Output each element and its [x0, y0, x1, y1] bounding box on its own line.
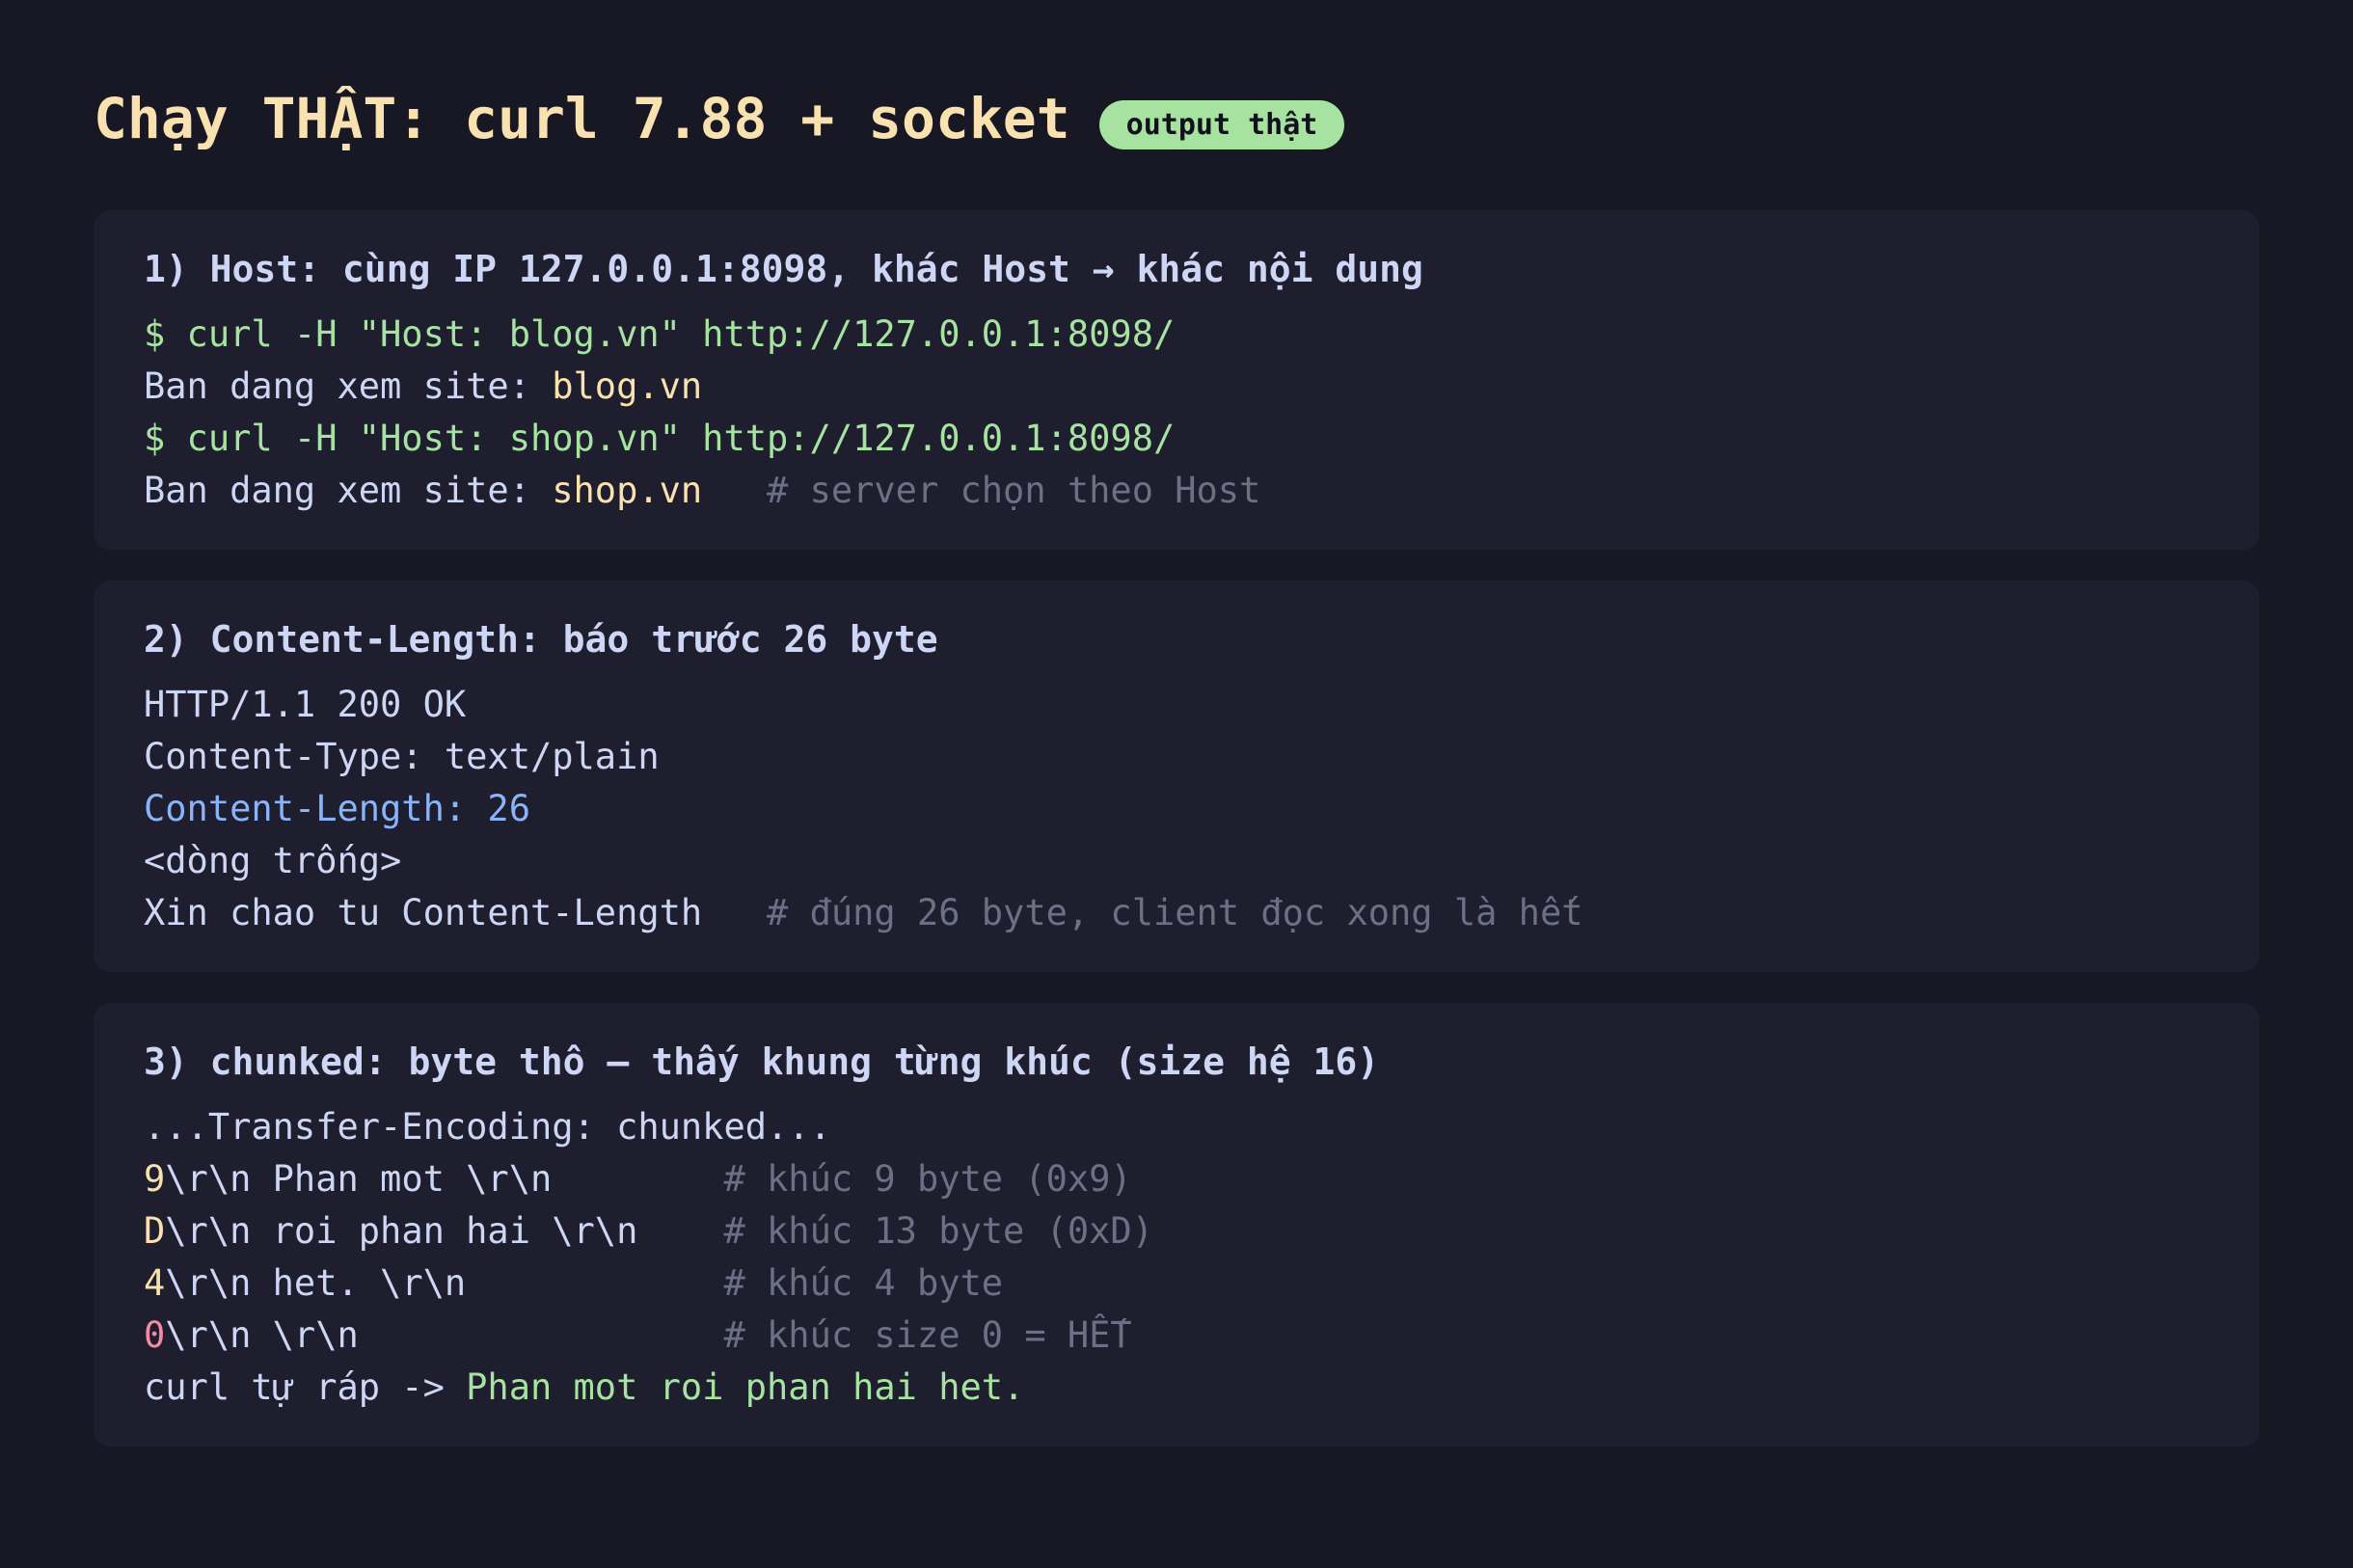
content-length-header: Content-Length: 26	[144, 788, 530, 829]
site-value: blog.vn	[552, 365, 703, 407]
chunk-size: 9	[144, 1158, 166, 1200]
header-line: Content-Type: text/plain	[144, 736, 660, 777]
chunk-data: \r\n roi phan hai \r\n	[165, 1210, 638, 1252]
section-title: 1) Host: cùng IP 127.0.0.1:8098, khác Ho…	[144, 248, 1423, 290]
body-text: Xin chao tu Content-Length	[144, 892, 703, 933]
page: Chạy THẬT: curl 7.88 + socket output thậ…	[94, 85, 2259, 1477]
chunk-size-terminator: 0	[144, 1314, 166, 1356]
chunk-data: \r\n Phan mot \r\n	[165, 1158, 553, 1200]
comment: # khúc size 0 = HẾT	[723, 1314, 1132, 1356]
output-text: Ban dang xem site:	[144, 470, 553, 511]
comment: # khúc 13 byte (0xD)	[723, 1210, 1153, 1252]
command-line: $ curl -H "Host: blog.vn" http://127.0.0…	[144, 313, 1176, 355]
chunk-data: \r\n \r\n	[165, 1314, 359, 1356]
chunk-line: 9\r\n Phan mot \r\n # khúc 9 byte (0x9)	[144, 1153, 2209, 1205]
comment: # server chọn theo Host	[767, 470, 1261, 511]
result-value: Phan mot roi phan hai het.	[466, 1366, 1025, 1408]
comment: # khúc 4 byte	[723, 1262, 1004, 1304]
blank-line-marker: <dòng trống>	[144, 840, 402, 881]
chunk-data: \r\n het. \r\n	[165, 1262, 467, 1304]
section-title: 2) Content-Length: báo trước 26 byte	[144, 618, 938, 661]
section-host: 1) Host: cùng IP 127.0.0.1:8098, khác Ho…	[94, 210, 2259, 550]
page-title: Chạy THẬT: curl 7.88 + socket	[94, 86, 1070, 151]
output-line: Ban dang xem site: blog.vn	[144, 361, 2209, 413]
comment: # khúc 9 byte (0x9)	[723, 1158, 1132, 1200]
output-badge: output thật	[1098, 99, 1345, 149]
status-line: HTTP/1.1 200 OK	[144, 684, 467, 725]
site-value: shop.vn	[552, 470, 703, 511]
output-text: Ban dang xem site:	[144, 365, 553, 407]
chunk-line: D\r\n roi phan hai \r\n # khúc 13 byte (…	[144, 1205, 2209, 1257]
chunk-line: 0\r\n \r\n # khúc size 0 = HẾT	[144, 1310, 2209, 1362]
body-line: Xin chao tu Content-Length # đúng 26 byt…	[144, 887, 2209, 939]
header: Chạy THẬT: curl 7.88 + socket output thậ…	[94, 85, 2259, 152]
comment: # đúng 26 byte, client đọc xong là hết	[767, 892, 1583, 933]
result-label: curl tự ráp ->	[144, 1366, 467, 1408]
output-line: Ban dang xem site: shop.vn # server chọn…	[144, 465, 2209, 517]
section-content-length: 2) Content-Length: báo trước 26 byte HTT…	[94, 581, 2259, 972]
result-line: curl tự ráp -> Phan mot roi phan hai het…	[144, 1362, 2209, 1414]
chunk-size: D	[144, 1210, 166, 1252]
header-line: ...Transfer-Encoding: chunked...	[144, 1106, 831, 1148]
chunk-line: 4\r\n het. \r\n # khúc 4 byte	[144, 1257, 2209, 1310]
section-chunked: 3) chunked: byte thô — thấy khung từng k…	[94, 1003, 2259, 1446]
section-title: 3) chunked: byte thô — thấy khung từng k…	[144, 1041, 1380, 1083]
chunk-size: 4	[144, 1262, 166, 1304]
command-line: $ curl -H "Host: shop.vn" http://127.0.0…	[144, 418, 1176, 459]
